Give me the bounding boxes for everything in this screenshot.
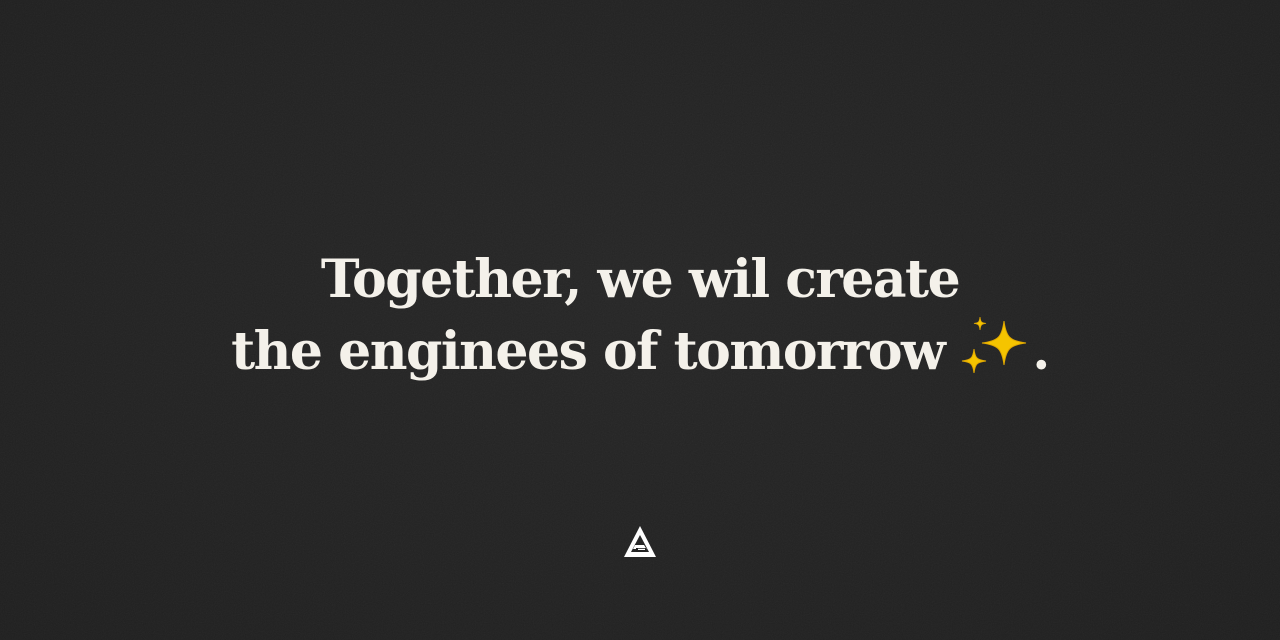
- headline-period: .: [1032, 321, 1050, 382]
- slide-canvas: Together, we wil create the enginees of …: [0, 0, 1280, 640]
- headline-line-2: the enginees of tomorrow .: [0, 315, 1280, 387]
- sparkles-icon: [962, 316, 1027, 374]
- brand-triangle-logo-icon: [624, 526, 656, 557]
- headline: Together, we wil create the enginees of …: [0, 245, 1280, 387]
- headline-line-1: Together, we wil create: [320, 249, 961, 310]
- headline-line-2-text: the enginees of tomorrow: [231, 321, 946, 382]
